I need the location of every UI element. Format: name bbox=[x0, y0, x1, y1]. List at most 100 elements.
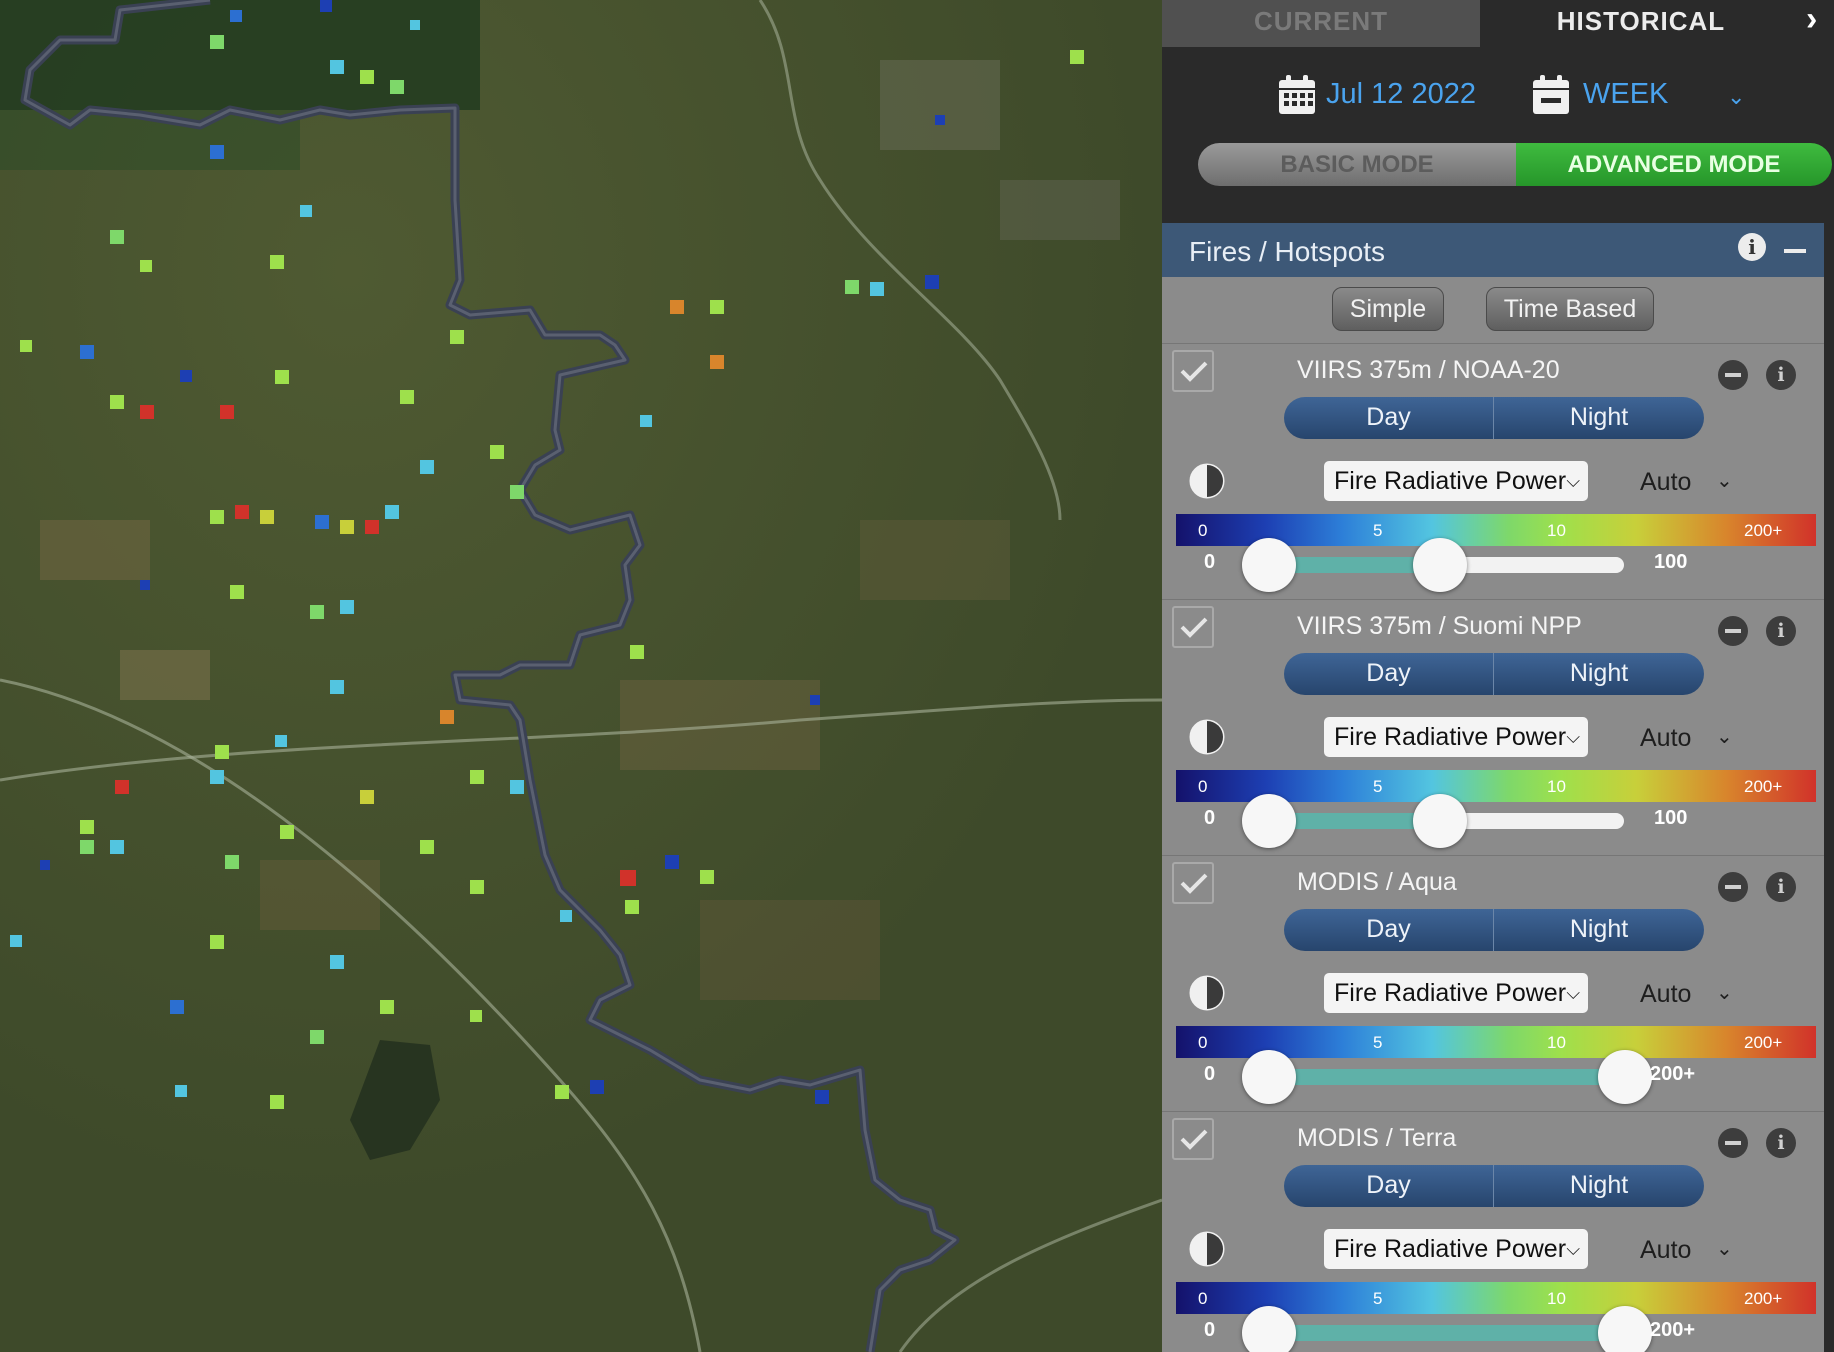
layer-title: Fires / Hotspots bbox=[1189, 236, 1386, 267]
tab-bar: CURRENT HISTORICAL › bbox=[1162, 0, 1834, 47]
contrast-icon[interactable] bbox=[1188, 718, 1226, 756]
slider-max-handle[interactable] bbox=[1413, 538, 1467, 592]
contrast-icon[interactable] bbox=[1188, 462, 1226, 500]
legend-label: 10 bbox=[1547, 521, 1566, 540]
date-value[interactable]: Jul 12 2022 bbox=[1326, 78, 1476, 111]
source-viirs-noaa20: VIIRS 375m / NOAA-20 i Day Night Fire Ra… bbox=[1162, 343, 1824, 599]
source-info-icon[interactable]: i bbox=[1766, 616, 1796, 646]
legend-label: 0 bbox=[1198, 521, 1208, 540]
slider-min-handle[interactable] bbox=[1242, 1050, 1296, 1104]
time-based-button[interactable]: Time Based bbox=[1486, 287, 1654, 331]
slider-min-handle[interactable] bbox=[1242, 1306, 1296, 1352]
map-view[interactable] bbox=[0, 0, 1162, 1352]
range-slider[interactable] bbox=[1254, 1325, 1624, 1341]
remove-source-icon[interactable] bbox=[1718, 360, 1748, 390]
chevron-down-icon: ⌵ bbox=[1566, 727, 1580, 747]
attribute-value: Fire Radiative Power bbox=[1334, 1235, 1567, 1263]
sidebar-panel: CURRENT HISTORICAL › Jul 12 2022 WEEK ⌄ … bbox=[1162, 0, 1834, 1352]
legend-label: 5 bbox=[1373, 1033, 1383, 1052]
chevron-down-icon[interactable]: ⌄ bbox=[1716, 468, 1733, 493]
day-night-toggle[interactable]: Day Night bbox=[1284, 1165, 1704, 1207]
night-button[interactable]: Night bbox=[1494, 653, 1704, 695]
day-button[interactable]: Day bbox=[1284, 653, 1494, 695]
advanced-mode-button[interactable]: ADVANCED MODE bbox=[1516, 143, 1832, 186]
chevron-down-icon: ⌵ bbox=[1566, 471, 1580, 491]
remove-source-icon[interactable] bbox=[1718, 1128, 1748, 1158]
slider-max-handle[interactable] bbox=[1598, 1306, 1652, 1352]
range-max-label: 200+ bbox=[1650, 1063, 1696, 1085]
remove-source-icon[interactable] bbox=[1718, 616, 1748, 646]
range-max-label: 200+ bbox=[1650, 1319, 1696, 1341]
range-min-label: 0 bbox=[1204, 1319, 1216, 1341]
range-slider[interactable] bbox=[1254, 1069, 1624, 1085]
source-info-icon[interactable]: i bbox=[1766, 872, 1796, 902]
close-icon[interactable]: › bbox=[1806, 2, 1834, 38]
day-button[interactable]: Day bbox=[1284, 909, 1494, 951]
day-night-toggle[interactable]: Day Night bbox=[1284, 653, 1704, 695]
night-button[interactable]: Night bbox=[1494, 909, 1704, 951]
attribute-select[interactable]: Fire Radiative Power ⌵ bbox=[1324, 1229, 1588, 1269]
info-icon[interactable]: i bbox=[1738, 233, 1766, 261]
day-night-toggle[interactable]: Day Night bbox=[1284, 909, 1704, 951]
day-night-toggle[interactable]: Day Night bbox=[1284, 397, 1704, 439]
interval-value[interactable]: WEEK bbox=[1583, 78, 1668, 111]
source-checkbox[interactable] bbox=[1172, 606, 1214, 648]
attribute-select[interactable]: Fire Radiative Power ⌵ bbox=[1324, 717, 1588, 757]
collapse-icon[interactable] bbox=[1784, 249, 1806, 253]
source-info-icon[interactable]: i bbox=[1766, 1128, 1796, 1158]
source-name: MODIS / Terra bbox=[1297, 1124, 1457, 1152]
night-button[interactable]: Night bbox=[1494, 1165, 1704, 1207]
attribute-select[interactable]: Fire Radiative Power ⌵ bbox=[1324, 461, 1588, 501]
contrast-icon[interactable] bbox=[1188, 974, 1226, 1012]
chevron-down-icon[interactable]: ⌄ bbox=[1716, 1236, 1733, 1261]
source-modis-terra: MODIS / Terra i Day Night Fire Radiative… bbox=[1162, 1111, 1824, 1352]
layer-body: Simple Time Based VIIRS 375m / NOAA-20 i… bbox=[1162, 277, 1824, 1352]
simple-button[interactable]: Simple bbox=[1332, 287, 1444, 331]
range-min-label: 0 bbox=[1204, 807, 1216, 829]
source-checkbox[interactable] bbox=[1172, 1118, 1214, 1160]
slider-max-handle[interactable] bbox=[1598, 1050, 1652, 1104]
legend-label: 5 bbox=[1373, 777, 1383, 796]
range-max-label: 100 bbox=[1654, 551, 1688, 573]
slider-min-handle[interactable] bbox=[1242, 538, 1296, 592]
chevron-down-icon[interactable]: ⌄ bbox=[1727, 84, 1745, 110]
chevron-down-icon: ⌵ bbox=[1566, 983, 1580, 1003]
chevron-down-icon: ⌵ bbox=[1566, 1239, 1580, 1259]
legend-label: 5 bbox=[1373, 1289, 1383, 1308]
day-button[interactable]: Day bbox=[1284, 1165, 1494, 1207]
source-name: VIIRS 375m / NOAA-20 bbox=[1297, 356, 1560, 384]
range-min-label: 0 bbox=[1204, 551, 1216, 573]
chevron-down-icon[interactable]: ⌄ bbox=[1716, 724, 1733, 749]
day-button[interactable]: Day bbox=[1284, 397, 1494, 439]
attribute-select[interactable]: Fire Radiative Power ⌵ bbox=[1324, 973, 1588, 1013]
scale-select[interactable]: Auto bbox=[1640, 980, 1691, 1009]
check-icon bbox=[1180, 873, 1208, 894]
range-min-label: 0 bbox=[1204, 1063, 1216, 1085]
contrast-icon[interactable] bbox=[1188, 1230, 1226, 1268]
calendar-interval-icon[interactable] bbox=[1532, 74, 1570, 116]
tab-current[interactable]: CURRENT bbox=[1162, 0, 1480, 47]
source-checkbox[interactable] bbox=[1172, 350, 1214, 392]
basic-mode-button[interactable]: BASIC MODE bbox=[1198, 143, 1516, 186]
calendar-icon[interactable] bbox=[1278, 74, 1316, 116]
scale-select[interactable]: Auto bbox=[1640, 1236, 1691, 1265]
source-modis-aqua: MODIS / Aqua i Day Night Fire Radiative … bbox=[1162, 855, 1824, 1111]
legend-label: 0 bbox=[1198, 1289, 1208, 1308]
scale-select[interactable]: Auto bbox=[1640, 468, 1691, 497]
attribute-value: Fire Radiative Power bbox=[1334, 723, 1567, 751]
night-button[interactable]: Night bbox=[1494, 397, 1704, 439]
scale-select[interactable]: Auto bbox=[1640, 724, 1691, 753]
tab-historical[interactable]: HISTORICAL bbox=[1480, 0, 1802, 47]
remove-source-icon[interactable] bbox=[1718, 872, 1748, 902]
slider-min-handle[interactable] bbox=[1242, 794, 1296, 848]
layer-header[interactable]: Fires / Hotspots i bbox=[1162, 223, 1824, 277]
source-info-icon[interactable]: i bbox=[1766, 360, 1796, 390]
chevron-down-icon[interactable]: ⌄ bbox=[1716, 980, 1733, 1005]
source-name: MODIS / Aqua bbox=[1297, 868, 1457, 896]
source-checkbox[interactable] bbox=[1172, 862, 1214, 904]
slider-max-handle[interactable] bbox=[1413, 794, 1467, 848]
legend-label: 200+ bbox=[1744, 1289, 1783, 1308]
range-max-label: 100 bbox=[1654, 807, 1688, 829]
mode-toggle[interactable]: BASIC MODE ADVANCED MODE bbox=[1198, 143, 1832, 186]
satellite-imagery bbox=[0, 0, 1162, 1352]
